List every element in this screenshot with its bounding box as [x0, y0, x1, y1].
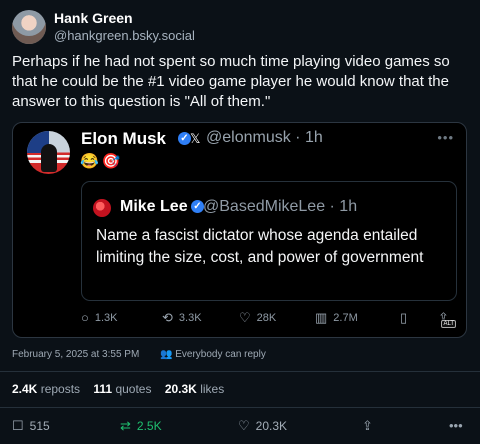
quote-label: quotes [115, 382, 152, 396]
views-icon: ▥ [315, 310, 328, 325]
like-action-count: 20.3K [255, 419, 288, 433]
x-logo-icon: 𝕏 [190, 131, 201, 146]
repost-icon: ⟲ [162, 310, 173, 325]
repost-count: 2.4K [12, 382, 38, 396]
author-handle[interactable]: @hankgreen.bsky.social [54, 28, 195, 43]
embedded-like-count: 28K [256, 312, 277, 324]
embedded-reply-count: 1.3K [94, 311, 118, 324]
more-options-button[interactable]: ••• [449, 418, 463, 433]
repost-icon: ⇄ [120, 418, 131, 433]
author-avatar[interactable] [12, 10, 46, 44]
bluesky-post: Hank Green @hankgreen.bsky.social Perhap… [0, 0, 480, 444]
embedded-author-name[interactable]: Elon Musk [81, 129, 166, 149]
bottom-divider [0, 407, 480, 408]
embedded-view-stat[interactable]: ▥ 2.7M [315, 310, 358, 326]
bookmark-icon: ▯ [400, 310, 408, 325]
more-options-icon[interactable]: ••• [437, 130, 454, 145]
like-count: 20.3K [164, 382, 197, 396]
repost-button[interactable]: ⇄ 2.5K [120, 418, 162, 434]
share-button[interactable]: ⇪ [362, 418, 373, 434]
reply-setting-label: Everybody can reply [175, 349, 266, 360]
embedded-repost-count: 3.3K [178, 312, 202, 324]
alt-text-badge[interactable]: ALT [441, 320, 456, 328]
quoted-post-text: Name a fascist dictator whose agenda ent… [96, 227, 424, 266]
people-icon: 👥 [160, 349, 176, 360]
embedded-author-handle[interactable]: @elonmusk · 1h [206, 129, 323, 147]
reply-count: 515 [29, 419, 50, 433]
comment-icon: ☐ [12, 418, 24, 433]
like-button[interactable]: ♡ 20.3K [238, 418, 287, 434]
heart-icon: ♡ [239, 310, 251, 325]
embedded-view-count: 2.7M [333, 312, 358, 324]
top-divider [0, 371, 480, 372]
reply-icon: ○ [81, 310, 89, 325]
heart-icon: ♡ [238, 418, 250, 433]
quoted-author-avatar[interactable] [93, 199, 111, 217]
embedded-post[interactable]: Elon Musk ✓ 𝕏 @elonmusk · 1h ••• 😂🎯 Mike… [12, 122, 467, 338]
quoted-author-handle[interactable]: @BasedMikeLee · 1h [203, 198, 357, 216]
embedded-reply-stat[interactable]: ○ 1.3K [81, 310, 118, 325]
quoted-author-name[interactable]: Mike Lee [120, 198, 188, 216]
like-label: likes [200, 382, 225, 396]
embedded-author-avatar[interactable] [27, 131, 70, 174]
repost-label: reposts [40, 382, 81, 396]
reply-button[interactable]: ☐ 515 [12, 418, 50, 434]
post-actions: ☐ 515 ⇄ 2.5K ♡ 20.3K ⇪ ••• [12, 418, 468, 436]
share-icon: ⇪ [362, 418, 373, 433]
bookmark-button[interactable]: ▯ [400, 310, 407, 326]
quoted-post-card[interactable]: Mike Lee ✓ @BasedMikeLee · 1h Name a fas… [81, 181, 457, 301]
quote-count: 111 [93, 382, 113, 396]
embedded-repost-stat[interactable]: ⟲ 3.3K [162, 310, 202, 326]
embedded-emoji-text: 😂🎯 [80, 153, 124, 170]
reply-setting: 👥 Everybody can reply [160, 349, 266, 360]
more-icon: ••• [449, 418, 463, 433]
author-name[interactable]: Hank Green [54, 10, 133, 26]
embedded-post-actions: ○ 1.3K ⟲ 3.3K ♡ 28K ▥ 2.7M ▯ ⇪ ALT [81, 310, 456, 330]
post-counts: 2.4K reposts 111 quotes 20.3K likes [12, 382, 224, 396]
repost-action-count: 2.5K [136, 419, 162, 433]
embedded-like-stat[interactable]: ♡ 28K [239, 310, 276, 326]
post-timestamp: February 5, 2025 at 3:55 PM [12, 349, 140, 360]
post-text: Perhaps if he had not spent so much time… [12, 53, 450, 110]
